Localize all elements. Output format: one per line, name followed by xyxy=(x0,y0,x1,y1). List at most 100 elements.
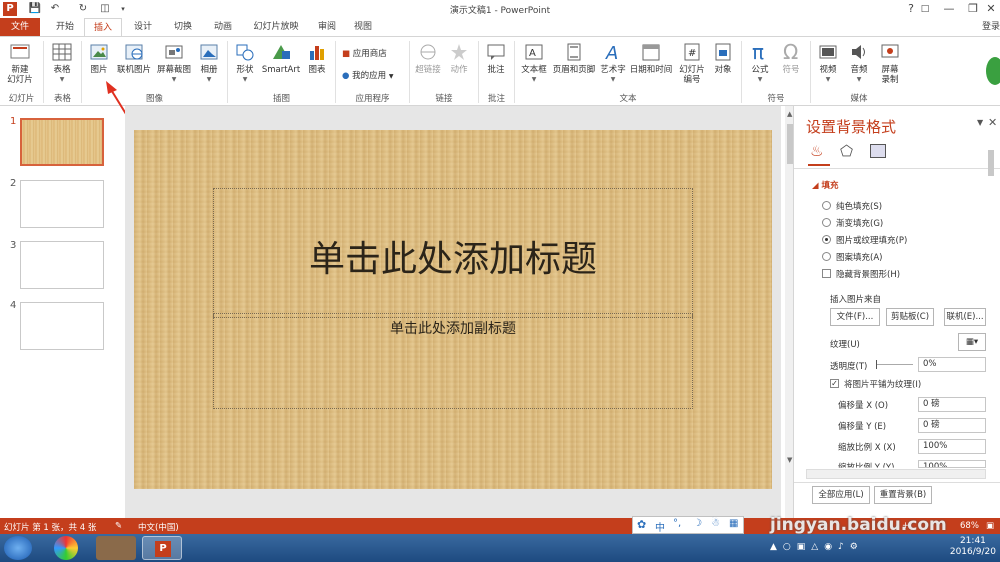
offset-x-input[interactable]: 0 磅 xyxy=(918,397,986,412)
clock-time: 21:41 xyxy=(959,536,986,546)
chevron-down-icon: ▼ xyxy=(757,76,763,83)
zoom-level[interactable]: 68% xyxy=(960,521,979,531)
slide-thumbnail[interactable] xyxy=(20,302,104,350)
offset-y-input[interactable]: 0 磅 xyxy=(918,418,986,433)
ime-skin-icon[interactable]: ☃ xyxy=(711,518,720,529)
apply-all-button[interactable]: 全部应用(L) xyxy=(812,486,870,504)
my-apps-button[interactable]: ● 我的应用 ▼ xyxy=(342,69,393,81)
fit-window-icon[interactable]: ▣ xyxy=(986,521,994,531)
comment-label: 批注 xyxy=(487,65,505,75)
screen-recording-button[interactable]: 屏幕 录制 xyxy=(876,41,904,85)
hide-background-checkbox[interactable] xyxy=(822,269,831,278)
powerpoint-logo-icon: P xyxy=(155,541,171,557)
tile-checkbox[interactable]: ✓ xyxy=(830,379,839,388)
comment-button[interactable]: 批注 xyxy=(483,41,509,76)
transparency-slider-track[interactable] xyxy=(877,364,913,365)
picture-icon[interactable] xyxy=(870,144,886,158)
reset-background-button[interactable]: 重置背景(B) xyxy=(874,486,932,504)
paw-icon[interactable]: ✿ xyxy=(637,518,646,531)
picture-texture-fill-radio[interactable] xyxy=(822,235,831,244)
svg-text:π: π xyxy=(752,41,764,63)
tab-review[interactable]: 审阅 xyxy=(310,18,344,36)
scale-y-input[interactable]: 100% xyxy=(918,460,986,468)
slide-number-button[interactable]: # 幻灯片 编号 xyxy=(676,41,708,85)
system-tray-icons[interactable]: ▲○▣△◉♪⚙ xyxy=(770,542,864,552)
ime-chinese-icon[interactable]: 中 xyxy=(655,519,665,534)
browser-icon[interactable] xyxy=(54,536,78,560)
transparency-input[interactable]: 0% xyxy=(918,357,986,372)
shapes-button[interactable]: 形状 ▼ xyxy=(232,41,258,83)
tab-transitions[interactable]: 切换 xyxy=(164,18,202,36)
header-footer-button[interactable]: 页眉和页脚 xyxy=(551,41,597,76)
tab-home[interactable]: 开始 xyxy=(48,18,82,36)
app-store-button[interactable]: ■ 应用商店 xyxy=(342,47,387,59)
online-picture-button[interactable]: 联机图片 xyxy=(115,41,153,76)
ime-moon-icon[interactable]: ☽ xyxy=(693,518,702,529)
pentagon-icon[interactable]: ⬠ xyxy=(840,142,853,160)
chart-button[interactable]: 图表 xyxy=(304,41,330,76)
table-button[interactable]: 表格 ▼ xyxy=(48,41,76,83)
textbox-button[interactable]: A 文本框 ▼ xyxy=(518,41,550,83)
start-button[interactable] xyxy=(4,536,32,560)
spellcheck-icon[interactable]: ✎ xyxy=(115,521,122,531)
close-icon[interactable]: ✕ xyxy=(988,116,997,129)
pattern-fill-radio[interactable] xyxy=(822,252,831,261)
ime-punct-icon[interactable]: °, xyxy=(673,518,681,529)
login-link[interactable]: 登录 xyxy=(982,18,1000,36)
tab-slideshow[interactable]: 幻灯片放映 xyxy=(244,18,308,36)
new-slide-button[interactable]: 新建 幻灯片 xyxy=(4,41,36,85)
symbol-button[interactable]: Ω 符号 xyxy=(777,41,805,76)
taskbar-clock[interactable]: 21:41 2016/9/20 xyxy=(950,536,996,558)
ime-grid-icon[interactable]: ▦ xyxy=(729,518,738,529)
solid-fill-radio[interactable] xyxy=(822,201,831,210)
fill-bucket-icon[interactable]: ♨ xyxy=(810,142,823,160)
tab-file[interactable]: 文件 xyxy=(0,18,40,36)
chevron-down-icon[interactable]: ▼ xyxy=(977,118,983,127)
equation-button[interactable]: π 公式 ▼ xyxy=(746,41,774,83)
window-title: 演示文稿1 - PowerPoint xyxy=(449,6,551,16)
scroll-up-icon[interactable]: ▲ xyxy=(787,110,792,118)
powerpoint-taskbar-button[interactable]: P xyxy=(142,536,182,560)
online-button[interactable]: 联机(E)... xyxy=(944,308,986,326)
picture-button[interactable]: 图片 xyxy=(86,41,112,76)
scroll-down-icon[interactable]: ▼ xyxy=(787,456,792,464)
album-button[interactable]: 相册 ▼ xyxy=(196,41,222,83)
minimize-icon[interactable]: — xyxy=(936,0,962,18)
clipboard-button[interactable]: 剪贴板(C) xyxy=(886,308,934,326)
gradient-fill-radio[interactable] xyxy=(822,218,831,227)
ime-toolbar[interactable]: ✿ 中 °, ☽ ☃ ▦ xyxy=(632,516,744,534)
scale-x-input[interactable]: 100% xyxy=(918,439,986,454)
tab-animations[interactable]: 动画 xyxy=(204,18,242,36)
slide-canvas[interactable]: 单击此处添加标题 单击此处添加副标题 xyxy=(134,130,772,489)
action-button[interactable]: 动作 xyxy=(446,41,472,76)
wordart-button[interactable]: A 艺术字 ▼ xyxy=(599,41,627,83)
tab-design[interactable]: 设计 xyxy=(124,18,162,36)
app-thumbnail-icon[interactable] xyxy=(96,536,136,560)
datetime-button[interactable]: 日期和时间 xyxy=(628,41,674,76)
language-indicator[interactable]: 中文(中国) xyxy=(138,521,179,533)
smartart-button[interactable]: SmartArt xyxy=(261,41,301,76)
audio-button[interactable]: 音频 ▼ xyxy=(845,41,873,83)
tab-insert[interactable]: 插入 xyxy=(84,18,122,37)
texture-picker[interactable]: ▦▾ xyxy=(958,333,986,351)
horizontal-scrollbar[interactable] xyxy=(806,469,986,479)
object-button[interactable]: 对象 xyxy=(710,41,736,76)
close-icon[interactable]: ✕ xyxy=(978,0,1000,18)
addin-icon[interactable] xyxy=(986,57,1000,85)
hyperlink-button[interactable]: 超链接 xyxy=(413,41,443,76)
pane-scroll-thumb[interactable] xyxy=(988,150,994,176)
screenshot-button[interactable]: 屏幕截图 ▼ xyxy=(154,41,194,83)
title-bar: P 💾 ↶ ↻ ◫ ▾ 演示文稿1 - PowerPoint ? □ — ❐ ✕ xyxy=(0,0,1000,18)
divider xyxy=(794,168,1000,169)
slide-thumbnail[interactable] xyxy=(20,241,104,289)
file-button[interactable]: 文件(F)... xyxy=(830,308,880,326)
slide-editing-area: 单击此处添加标题 单击此处添加副标题 ▲ ▼ xyxy=(125,106,797,518)
ribbon-display-icon[interactable]: □ xyxy=(912,0,938,18)
slide-thumbnail[interactable] xyxy=(20,180,104,228)
tab-view[interactable]: 视图 xyxy=(346,18,380,36)
video-icon xyxy=(819,45,837,59)
slide-thumbnail[interactable] xyxy=(20,118,104,166)
group-label-apps: 应用程序 xyxy=(355,94,390,104)
video-button[interactable]: 视频 ▼ xyxy=(814,41,842,83)
fill-section-header[interactable]: ◢ 填充 xyxy=(812,179,839,191)
